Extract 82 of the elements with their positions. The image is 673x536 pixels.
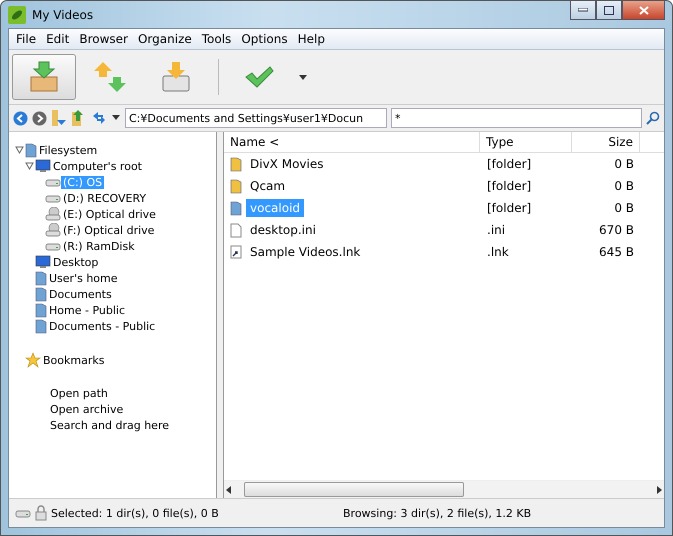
menu-item[interactable]: Browser (74, 32, 133, 46)
scroll-right-icon[interactable] (654, 484, 664, 494)
tree-item[interactable]: (F:) Optical drive (61, 224, 156, 236)
tree-item[interactable]: Filesystem (37, 144, 100, 156)
file-type: .ini (486, 222, 506, 239)
action-link[interactable]: Open path (50, 386, 216, 402)
file-size: 670 B (598, 222, 635, 239)
file-size: 0 B (613, 178, 635, 195)
close-icon (638, 6, 648, 14)
file-type: [folder] (486, 156, 532, 173)
column-header[interactable]: Name < (224, 132, 480, 152)
selection-status: Selected: 1 dir(s), 0 file(s), 0 B (51, 506, 220, 520)
menu-item[interactable]: Options (236, 32, 293, 46)
folder-icon (35, 302, 47, 318)
optical-drive-icon (45, 223, 61, 237)
tree-item[interactable]: (R:) RamDisk (61, 240, 137, 252)
minimize-icon (578, 8, 588, 12)
column-header[interactable]: Type (480, 132, 572, 152)
expander-button[interactable] (23, 160, 35, 172)
browsing-status: Browsing: 3 dir(s), 2 file(s), 1.2 KB (343, 506, 532, 520)
folder-icon (230, 200, 242, 216)
menu-item[interactable]: Edit (41, 32, 74, 46)
tree-item[interactable]: User's home (47, 272, 120, 284)
search-icon[interactable] (646, 111, 660, 125)
lock-icon (35, 505, 47, 521)
file-type: .lnk (486, 244, 510, 261)
folder-icon (230, 156, 242, 172)
tree-item[interactable]: Home - Public (47, 304, 128, 316)
file-size: 0 B (613, 200, 635, 217)
file-type: [folder] (486, 200, 532, 217)
file-icon (230, 222, 242, 238)
action-link[interactable]: Search and drag here (50, 418, 216, 434)
menu-item[interactable]: Help (292, 32, 330, 46)
tree-item[interactable]: Desktop (51, 256, 100, 268)
close-button[interactable] (622, 1, 665, 20)
shortcut-icon (230, 245, 242, 259)
folder-icon (230, 178, 242, 194)
minimize-button[interactable] (570, 1, 596, 20)
folder-icon (25, 142, 37, 158)
forward-icon[interactable] (32, 110, 47, 126)
file-name[interactable]: Sample Videos.lnk (246, 243, 364, 261)
action-link[interactable]: Open archive (50, 402, 216, 418)
path-field[interactable]: C:¥Documents and Settings¥user1¥Docun (125, 108, 387, 128)
filter-field[interactable]: * (391, 108, 642, 128)
file-name[interactable]: desktop.ini (246, 221, 320, 239)
folder-icon (35, 318, 47, 334)
app-logo-icon (8, 6, 26, 24)
file-name[interactable]: Qcam (246, 177, 290, 195)
monitor-icon (35, 255, 51, 269)
tree-item[interactable]: Documents - Public (47, 320, 158, 332)
star-icon (25, 352, 41, 368)
column-header[interactable]: Size (572, 132, 640, 152)
tree-item[interactable]: (D:) RECOVERY (61, 192, 148, 204)
tree-item[interactable]: Computer's root (51, 160, 144, 172)
menu-item[interactable]: Tools (196, 32, 236, 46)
caret-icon (299, 74, 307, 80)
bookmarks-label[interactable]: Bookmarks (41, 354, 106, 366)
folder-icon (35, 270, 47, 286)
toolbar-button[interactable] (12, 54, 76, 100)
window-title: My Videos (32, 8, 94, 22)
scrollbar-thumb[interactable] (244, 482, 464, 497)
monitor-icon (35, 159, 51, 173)
file-size: 0 B (613, 156, 635, 173)
file-size: 645 B (598, 244, 635, 261)
menu-item[interactable]: Organize (132, 32, 197, 46)
expander-button[interactable] (13, 144, 25, 156)
file-name[interactable]: DivX Movies (246, 155, 328, 173)
folder-down-icon[interactable] (51, 109, 67, 127)
sync-arrows-icon[interactable] (91, 110, 107, 126)
caret-icon[interactable] (111, 115, 121, 121)
arrows-icon (93, 60, 127, 94)
back-icon[interactable] (13, 110, 28, 126)
file-type: [folder] (486, 178, 532, 195)
tree-item[interactable]: (E:) Optical drive (61, 208, 158, 220)
maximize-icon (604, 6, 614, 14)
tree-item[interactable]: Documents (47, 288, 114, 300)
menu-item[interactable]: File (11, 32, 42, 46)
maximize-button[interactable] (596, 1, 622, 20)
scroll-left-icon[interactable] (224, 484, 234, 494)
folder-icon (35, 286, 47, 302)
optical-drive-icon (45, 207, 61, 221)
checkmark-icon (244, 65, 274, 89)
